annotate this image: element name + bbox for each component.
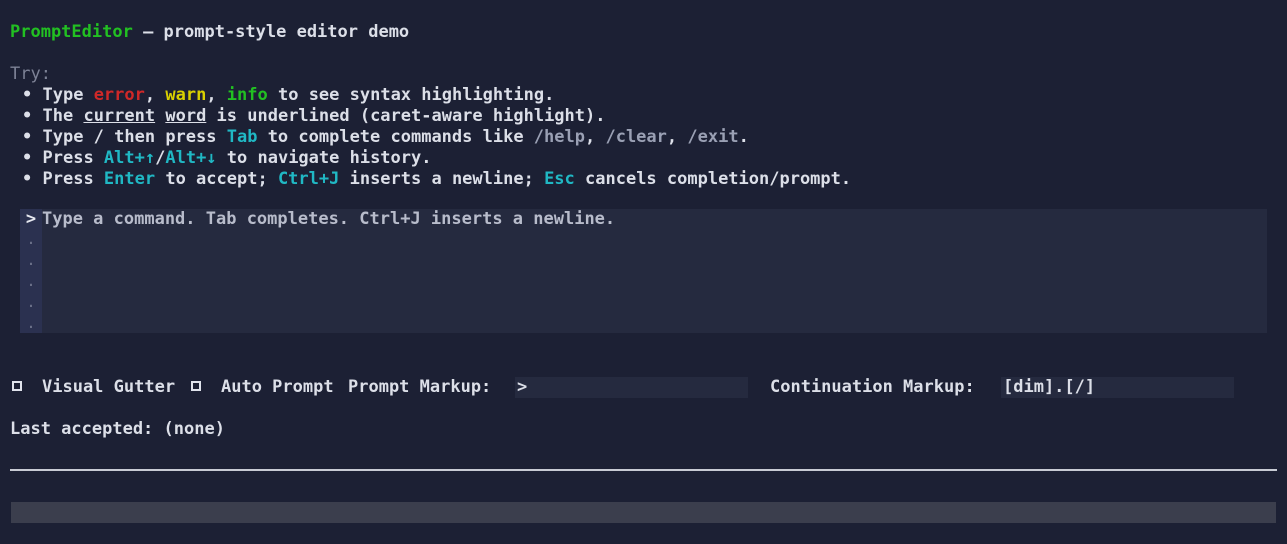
try-label: Try: [10,64,51,84]
help-line-highlighting: • Type error, warn, info to see syntax h… [22,85,555,105]
current-word-sample: current [83,106,156,126]
prompt-editor[interactable]: > . . . . . Type a command. Tab complete… [20,209,1267,333]
info-keyword: info [226,85,268,105]
header: PromptEditor – prompt-style editor demo [10,22,409,43]
app-subtitle: – prompt-style editor demo [132,22,410,42]
continuation-glyph: . [27,296,35,310]
app-name: PromptEditor [10,22,133,42]
ctrl-j-key: Ctrl+J [277,169,340,189]
last-accepted: Last accepted: (none) [10,419,225,440]
tab-key: Tab [226,127,258,147]
auto-prompt-checkbox[interactable] [191,381,201,391]
visual-gutter-checkbox[interactable] [12,381,22,391]
continuation-markup-label: Continuation Markup: [770,377,975,397]
word-sample: word [165,106,207,126]
alt-down-key: Alt+↓ [165,148,217,168]
help-line-completion: • Type / then press Tab to complete comm… [22,127,749,147]
clear-command: /clear [605,127,667,147]
editor-placeholder: Type a command. Tab completes. Ctrl+J in… [42,209,616,229]
visual-gutter-label[interactable]: Visual Gutter [42,377,175,398]
continuation-markup-input[interactable]: [dim].[/] [1001,377,1234,398]
prompt-glyph: > [25,209,37,229]
exit-command: /exit [687,127,739,147]
prompt-markup-label: Prompt Markup: [348,377,492,397]
prompt-markup-input[interactable]: > [515,377,748,398]
continuation-glyph: . [27,275,35,289]
warn-keyword: warn [165,85,207,105]
continuation-glyph: . [27,317,35,331]
help-line-underline: • The current word is underlined (caret-… [22,106,606,126]
help-line-accept: • Press Enter to accept; Ctrl+J inserts … [22,169,852,189]
help-line-history: • Press Alt+↑/Alt+↓ to navigate history. [22,148,432,168]
continuation-glyph: . [27,233,35,247]
continuation-glyph: . [27,254,35,268]
bottom-input-bar[interactable] [11,502,1276,523]
error-keyword: error [93,85,145,105]
alt-up-key: Alt+↑ [103,148,156,168]
auto-prompt-label[interactable]: Auto Prompt [221,377,334,398]
help-command: /help [533,127,585,147]
esc-key: Esc [544,169,575,189]
last-accepted-value: (none) [163,419,225,439]
last-accepted-label: Last accepted: [10,419,154,439]
editor-gutter: > . . . . . [20,209,42,333]
enter-key: Enter [103,169,156,189]
divider [10,469,1277,471]
